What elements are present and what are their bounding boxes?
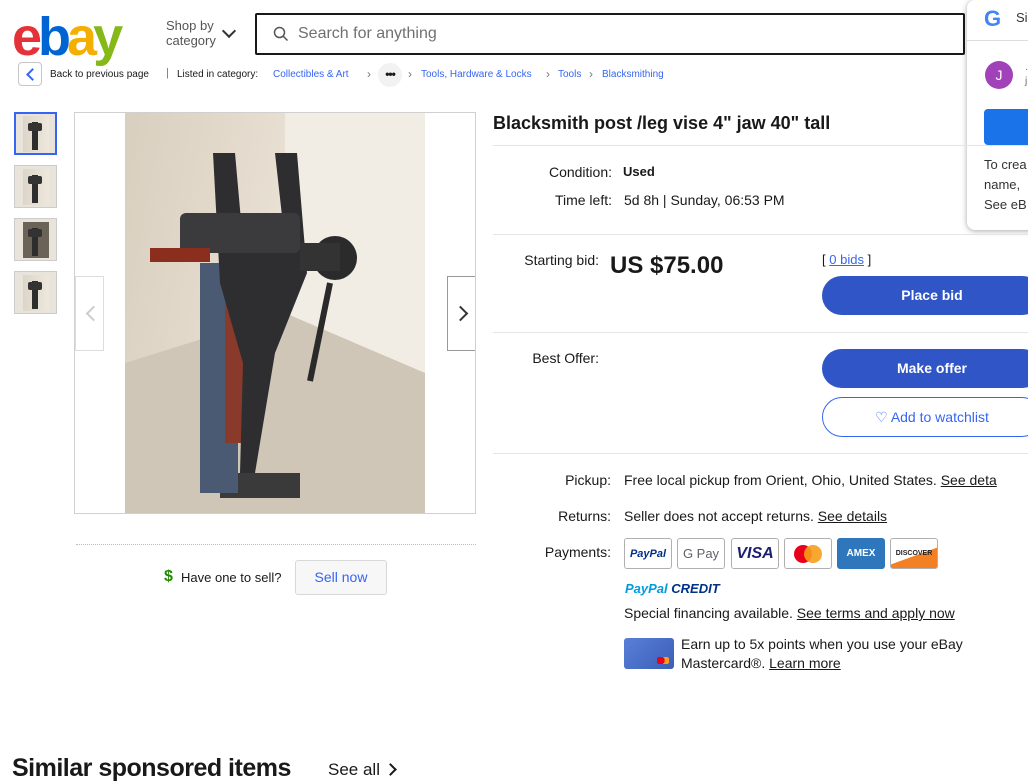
thumbnail-image	[22, 274, 49, 311]
google-signin-popup[interactable]: G Si J · j To crea name, See eB	[967, 0, 1028, 230]
thumbnail-4[interactable]	[14, 271, 57, 314]
ebay-mastercard-image	[624, 638, 674, 669]
chevron-right-icon: ›	[589, 67, 593, 81]
best-offer-label: Best Offer:	[532, 350, 599, 366]
sell-now-button[interactable]: Sell now	[295, 560, 387, 595]
price-value: US $75.00	[610, 252, 724, 279]
paypal-credit-logo: PayPal CREDIT	[625, 581, 720, 596]
divider	[493, 145, 1028, 146]
vise-illustration	[125, 113, 425, 513]
divider	[493, 234, 1028, 235]
search-icon	[273, 26, 289, 42]
chevron-right-icon[interactable]	[384, 763, 397, 776]
google-pay-icon: G Pay	[677, 538, 725, 569]
breadcrumb-collectibles[interactable]: Collectibles & Art	[273, 69, 349, 80]
financing-terms-link[interactable]: See terms and apply now	[797, 605, 955, 621]
thumbnail-image	[22, 115, 49, 152]
thumbnail-3[interactable]	[14, 218, 57, 261]
condition-label: Condition:	[548, 164, 612, 180]
chevron-right-icon: ›	[546, 67, 550, 81]
breadcrumb-tools-hardware[interactable]: Tools, Hardware & Locks	[421, 69, 532, 80]
avatar[interactable]: J	[985, 61, 1013, 89]
breadcrumb-tools[interactable]: Tools	[558, 69, 581, 80]
breadcrumb-blacksmithing[interactable]: Blacksmithing	[602, 69, 664, 80]
main-image-frame[interactable]	[74, 112, 476, 514]
have-one-to-sell-label: Have one to sell?	[181, 570, 282, 585]
bids-count: [ 0 bids ]	[822, 252, 872, 267]
thumbnail-2[interactable]	[14, 165, 57, 208]
ebay-logo[interactable]: ebay	[12, 10, 123, 64]
discover-icon: DISCOVER	[890, 538, 938, 569]
condition-value: Used	[623, 164, 655, 179]
breadcrumb-separator: |	[166, 67, 169, 79]
dollar-icon: $	[164, 568, 173, 585]
paypal-icon: PayPal	[624, 538, 672, 569]
product-image[interactable]	[125, 113, 425, 513]
shop-by-category-button[interactable]: Shop by category	[166, 18, 216, 48]
visa-icon: VISA	[731, 538, 779, 569]
divider	[493, 453, 1028, 454]
chevron-right-icon: ›	[408, 67, 412, 81]
prev-image-button[interactable]	[75, 276, 104, 351]
pickup-value: Free local pickup from Orient, Ohio, Uni…	[624, 472, 997, 488]
starting-bid-label: Starting bid:	[524, 252, 599, 268]
google-popup-title: Si	[1016, 10, 1028, 25]
chevron-down-icon[interactable]	[221, 23, 237, 39]
thumbnail-image	[22, 168, 49, 205]
search-placeholder: Search for anything	[298, 25, 437, 42]
financing-text: Special financing available. See terms a…	[624, 605, 955, 621]
similar-items-heading: Similar sponsored items	[12, 754, 291, 782]
divider	[967, 40, 1028, 41]
bids-link[interactable]: 0 bids	[829, 252, 864, 267]
continue-button[interactable]	[984, 109, 1028, 145]
divider	[493, 332, 1028, 333]
back-to-previous-link[interactable]: Back to previous page	[50, 69, 149, 80]
returns-see-details-link[interactable]: See details	[818, 508, 887, 524]
time-left-label: Time left:	[554, 192, 612, 208]
pickup-label: Pickup:	[565, 472, 611, 488]
place-bid-button[interactable]: Place bid	[822, 276, 1028, 315]
time-left-value: 5d 8h | Sunday, 06:53 PM	[624, 192, 785, 208]
listed-in-label: Listed in category:	[177, 69, 259, 80]
chevron-right-icon: ›	[367, 67, 371, 81]
thumbnail-1[interactable]	[14, 112, 57, 155]
breadcrumb-more-button[interactable]: •••	[378, 63, 402, 87]
mastercard-offer-text: Earn up to 5x points when you use your e…	[681, 636, 963, 671]
returns-value: Seller does not accept returns. See deta…	[624, 508, 888, 524]
mastercard-circles	[794, 544, 822, 563]
thumbnail-image	[22, 221, 49, 258]
make-offer-button[interactable]: Make offer	[822, 349, 1028, 388]
search-input[interactable]: Search for anything	[255, 13, 965, 55]
mastercard-icon	[784, 538, 832, 569]
listing-title: Blacksmith post /leg vise 4" jaw 40" tal…	[493, 113, 831, 133]
next-image-button[interactable]	[447, 276, 475, 351]
amex-icon: AMEX	[837, 538, 885, 569]
back-arrow-icon[interactable]	[18, 62, 42, 86]
heart-icon: ♡	[875, 409, 888, 425]
google-icon: G	[984, 6, 1002, 31]
payments-label: Payments:	[544, 544, 611, 560]
returns-label: Returns:	[558, 508, 611, 524]
google-popup-text: To crea name, See eB	[984, 157, 1027, 212]
add-to-watchlist-button[interactable]: ♡ Add to watchlist	[822, 397, 1028, 437]
pickup-see-details-link[interactable]: See deta	[941, 472, 997, 488]
divider	[76, 544, 476, 545]
see-all-link[interactable]: See all	[328, 760, 380, 780]
learn-more-link[interactable]: Learn more	[769, 655, 841, 671]
